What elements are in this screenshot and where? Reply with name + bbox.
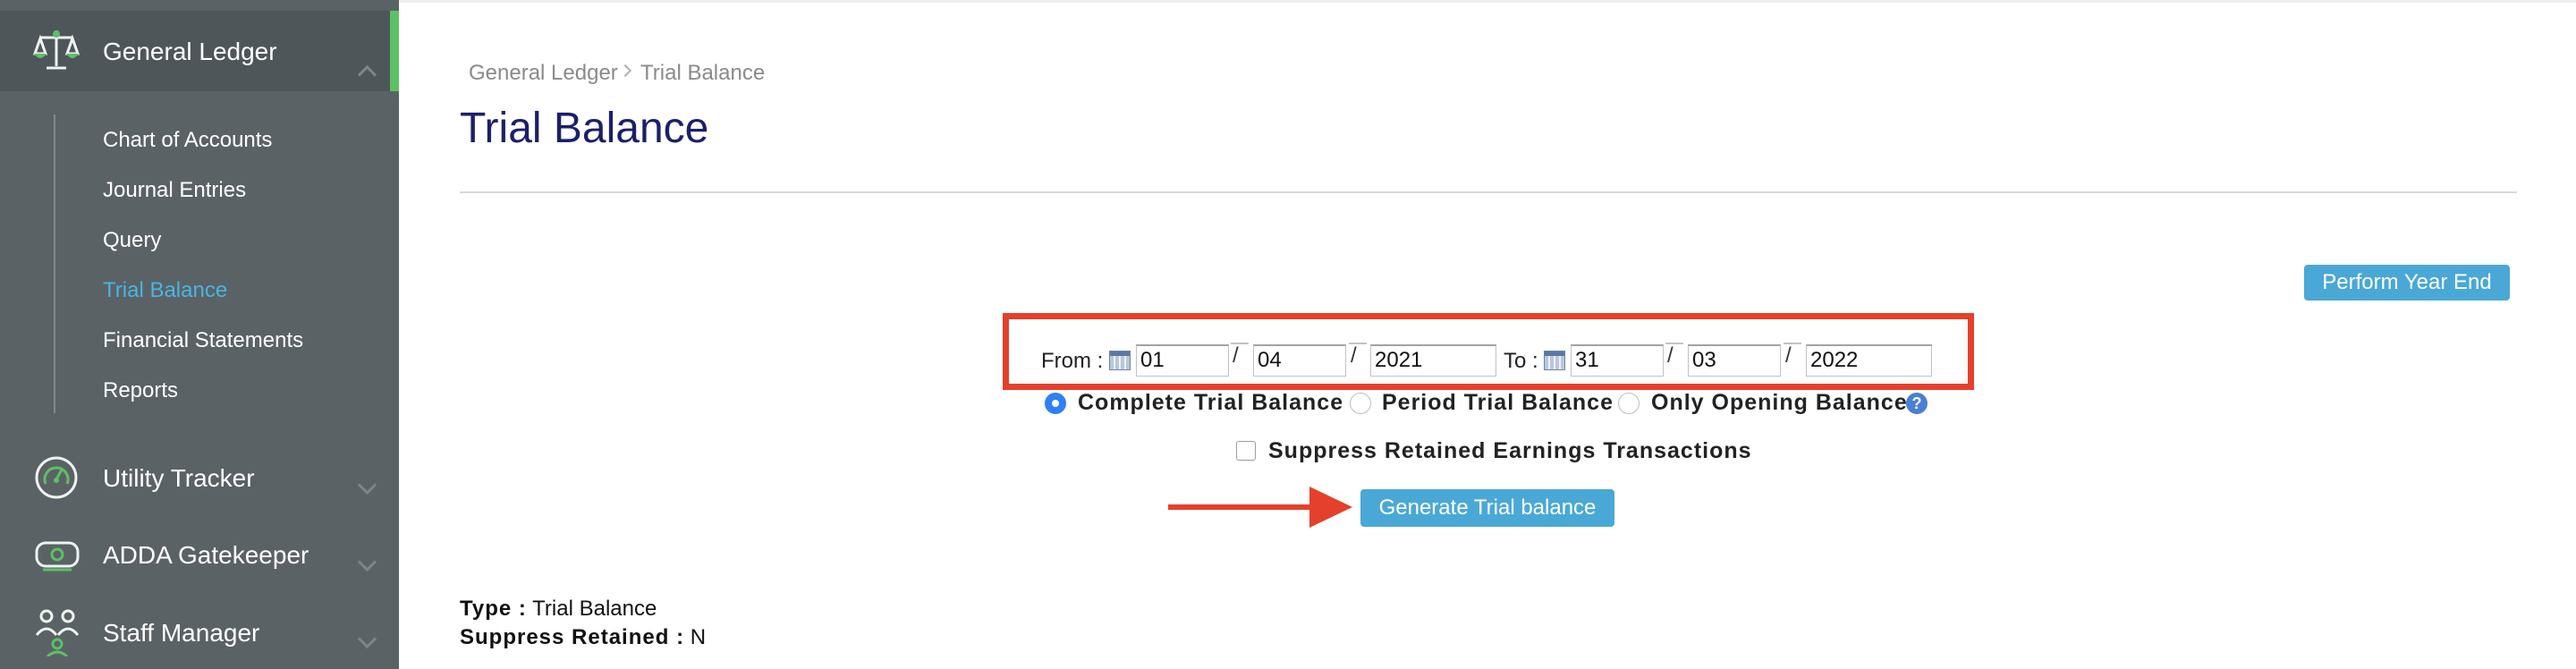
to-label: To : — [1504, 349, 1538, 373]
breadcrumb-general-ledger[interactable]: General Ledger — [469, 61, 618, 86]
date-separator: / — [1667, 343, 1674, 368]
from-year-input[interactable]: 2021 — [1370, 344, 1496, 377]
section-title: Staff Manager — [103, 619, 260, 647]
chevron-down-icon[interactable] — [357, 629, 377, 649]
annotation-arrow — [1168, 504, 1322, 510]
staff-icon — [35, 609, 80, 656]
sidebar-item-reports[interactable]: Reports — [103, 378, 178, 403]
from-month-input[interactable]: 04 — [1253, 344, 1346, 377]
to-day-input[interactable]: 31 — [1571, 344, 1664, 377]
section-title: General Ledger — [103, 38, 277, 65]
date-separator: / — [1785, 343, 1792, 368]
gauge-icon — [35, 456, 78, 499]
chevron-up-icon[interactable] — [357, 64, 377, 85]
radio-label-complete[interactable]: Complete Trial Balance — [1078, 390, 1343, 416]
submenu-guide-line — [54, 114, 55, 413]
type-summary: Type : Trial Balance — [460, 597, 657, 622]
generate-trial-balance-button[interactable]: Generate Trial balance — [1360, 489, 1614, 527]
radio-label-opening[interactable]: Only Opening Balance — [1651, 390, 1908, 416]
to-year-input[interactable]: 2022 — [1806, 344, 1932, 377]
section-title: Utility Tracker — [103, 464, 255, 492]
type-value: Trial Balance — [532, 597, 657, 621]
radio-complete-trial-balance[interactable] — [1045, 393, 1066, 414]
radio-only-opening-balance[interactable] — [1618, 393, 1640, 414]
sidebar-item-financial-statements[interactable]: Financial Statements — [103, 328, 303, 353]
radio-label-period[interactable]: Period Trial Balance — [1382, 390, 1614, 416]
calendar-icon[interactable] — [1109, 351, 1131, 370]
date-separator: / — [1351, 343, 1357, 368]
suppress-summary: Suppress Retained : N — [460, 625, 706, 650]
from-label: From : — [1041, 349, 1104, 373]
top-shadow — [399, 0, 2576, 3]
type-label: Type : — [460, 597, 527, 621]
suppress-checkbox-label[interactable]: Suppress Retained Earnings Transactions — [1268, 438, 1752, 464]
sidebar-item-chart-of-accounts[interactable]: Chart of Accounts — [103, 128, 272, 153]
active-section-indicator — [390, 11, 399, 91]
calendar-icon[interactable] — [1544, 351, 1565, 370]
suppress-retained-earnings-checkbox[interactable] — [1236, 441, 1256, 461]
from-day-input[interactable]: 01 — [1136, 344, 1229, 377]
annotation-arrow-head — [1309, 487, 1352, 528]
suppress-label: Suppress Retained : — [460, 625, 685, 649]
help-icon[interactable]: ? — [1906, 393, 1928, 414]
sidebar: General Ledger Chart of Accounts Journal… — [0, 0, 399, 669]
to-month-input[interactable]: 03 — [1688, 344, 1781, 377]
radio-period-trial-balance[interactable] — [1350, 393, 1371, 414]
chevron-down-icon[interactable] — [357, 552, 377, 572]
date-separator: / — [1233, 343, 1239, 368]
chevron-down-icon[interactable] — [357, 475, 377, 495]
breadcrumb-separator-icon — [618, 64, 632, 78]
perform-year-end-button[interactable]: Perform Year End — [2304, 265, 2510, 301]
gatekeeper-icon — [35, 541, 80, 572]
section-title: ADDA Gatekeeper — [103, 541, 309, 569]
suppress-value: N — [690, 625, 707, 649]
sidebar-item-trial-balance[interactable]: Trial Balance — [103, 278, 227, 303]
sidebar-item-journal-entries[interactable]: Journal Entries — [103, 178, 246, 203]
scales-icon — [32, 30, 80, 70]
breadcrumb-trial-balance: Trial Balance — [640, 61, 766, 85]
sidebar-item-query[interactable]: Query — [103, 228, 161, 253]
title-divider — [460, 191, 2517, 193]
sidebar-section-general-ledger[interactable]: General Ledger — [0, 11, 399, 91]
page-title: Trial Balance — [460, 105, 709, 152]
